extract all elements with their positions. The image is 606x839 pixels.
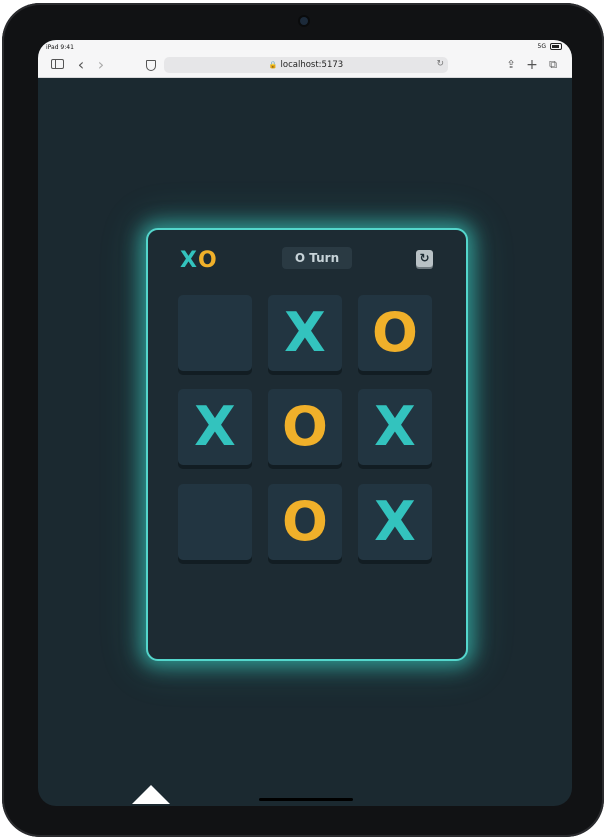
screen: iPad 9:41 5G ‹ › 🔒 localhost:5173 ↻ ⇪ + ⧉	[38, 40, 572, 806]
status-time: iPad 9:41	[46, 44, 74, 51]
logo-o: O	[197, 248, 217, 273]
game-card: X O O Turn ↻ X O X O X O X	[146, 228, 468, 661]
url-label: localhost:5173	[280, 60, 344, 70]
game-board: X O X O X O X	[178, 295, 434, 565]
home-indicator	[259, 798, 353, 801]
board-cell-2-2[interactable]: X	[358, 484, 432, 560]
board-cell-2-0[interactable]	[178, 484, 252, 560]
forward-icon[interactable]: ›	[94, 57, 108, 73]
logo: X O	[180, 248, 217, 273]
battery-icon	[550, 43, 562, 50]
status-indicators: 5G	[538, 43, 562, 50]
new-tab-icon[interactable]: +	[525, 58, 539, 72]
url-text: 🔒 localhost:5173	[164, 60, 448, 70]
board-cell-1-2[interactable]: X	[358, 389, 432, 465]
restart-button[interactable]: ↻	[416, 250, 433, 267]
tabs-icon[interactable]: ⧉	[546, 58, 560, 72]
camera	[300, 17, 308, 25]
shield-icon[interactable]	[146, 60, 156, 71]
board-cell-0-1[interactable]: X	[268, 295, 342, 371]
turn-indicator: O Turn	[282, 247, 352, 269]
sidebar-icon[interactable]	[51, 59, 64, 69]
board-cell-1-1[interactable]: O	[268, 389, 342, 465]
back-icon[interactable]: ‹	[74, 57, 88, 73]
board-cell-1-0[interactable]: X	[178, 389, 252, 465]
network-label: 5G	[537, 43, 546, 50]
logo-x: X	[180, 248, 197, 273]
share-icon[interactable]: ⇪	[504, 58, 518, 72]
board-cell-0-0[interactable]	[178, 295, 252, 371]
pointer-cursor-icon	[132, 785, 170, 804]
board-cell-2-1[interactable]: O	[268, 484, 342, 560]
address-bar[interactable]: 🔒 localhost:5173 ↻	[164, 57, 448, 73]
lock-icon: 🔒	[268, 61, 278, 69]
reload-icon[interactable]: ↻	[436, 59, 444, 69]
browser-toolbar: ‹ › 🔒 localhost:5173 ↻ ⇪ + ⧉	[38, 54, 572, 78]
ipad-frame: iPad 9:41 5G ‹ › 🔒 localhost:5173 ↻ ⇪ + ⧉	[2, 3, 604, 837]
board-cell-0-2[interactable]: O	[358, 295, 432, 371]
status-bar: iPad 9:41 5G	[38, 40, 572, 54]
